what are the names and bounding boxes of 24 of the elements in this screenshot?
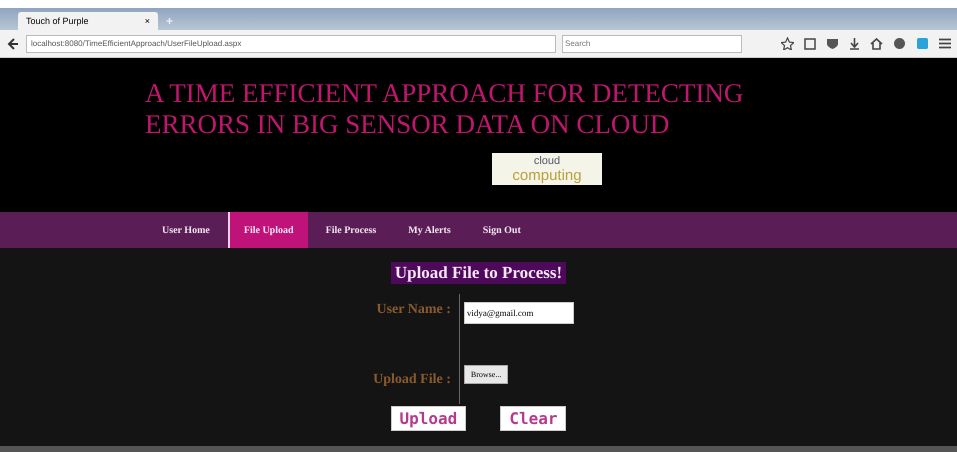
- nav-link[interactable]: User Home: [148, 212, 224, 248]
- form-button[interactable]: Upload: [390, 406, 466, 431]
- address-bar[interactable]: localhost:8080/TimeEfficientApproach/UserFileUpload.aspx: [26, 34, 556, 52]
- browser-tab[interactable]: Touch of Purple ×: [18, 12, 158, 30]
- field-label: Upload File :: [373, 371, 452, 389]
- shield-icon[interactable]: [826, 37, 839, 50]
- star-icon[interactable]: [781, 37, 794, 50]
- form-button[interactable]: Clear: [500, 406, 566, 431]
- back-icon[interactable]: [6, 36, 20, 50]
- field-label: User Name :: [376, 301, 452, 319]
- nav-link[interactable]: Sign Out: [468, 212, 535, 248]
- nav-link[interactable]: File Process: [312, 212, 390, 248]
- nav-link[interactable]: My Alerts: [394, 212, 465, 248]
- extension-icon[interactable]: [916, 37, 929, 50]
- browse-button[interactable]: Browse...: [464, 365, 508, 384]
- search-field[interactable]: Search: [562, 34, 742, 52]
- cloud-computing-logo: cloud computing: [492, 153, 602, 185]
- form-heading: Upload File to Process!: [390, 262, 566, 284]
- site-title: A TIME EFFICIENT APPROACH FOR DETECTING ERRORS IN BIG SENSOR DATA ON CLOUD: [145, 78, 744, 140]
- menu-icon[interactable]: [939, 38, 951, 49]
- username-field[interactable]: vidya@gmail.com: [464, 302, 574, 324]
- download-icon[interactable]: [849, 37, 860, 50]
- nav-link[interactable]: File Upload: [228, 212, 308, 248]
- home-icon[interactable]: [870, 37, 883, 50]
